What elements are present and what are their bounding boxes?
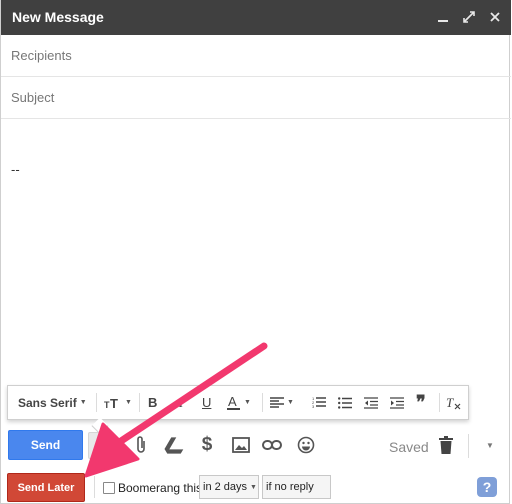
subject-field[interactable]: Subject bbox=[1, 77, 511, 119]
photo-icon[interactable] bbox=[229, 433, 253, 457]
signature-separator: -- bbox=[11, 162, 20, 177]
toolbar-divider bbox=[262, 393, 263, 412]
toolbar-divider bbox=[96, 393, 97, 412]
help-icon[interactable]: ? bbox=[477, 477, 497, 497]
boomerang-condition-select[interactable]: if no reply bbox=[262, 475, 331, 499]
trash-icon[interactable] bbox=[434, 433, 458, 457]
formatting-toolbar: Sans Serif ▼ TT ▼ B I U A ▼ ▼ 123 ❞ T bbox=[7, 385, 469, 435]
compose-title-bar[interactable]: New Message bbox=[1, 0, 511, 35]
text-color-icon[interactable]: A ▼ bbox=[227, 386, 251, 419]
chevron-down-icon: ▼ bbox=[244, 399, 251, 406]
chevron-down-icon: ▼ bbox=[79, 399, 87, 406]
send-button[interactable]: Send bbox=[8, 430, 83, 460]
bold-icon[interactable]: B bbox=[148, 386, 157, 419]
recipients-field[interactable]: Recipients bbox=[1, 35, 511, 77]
svg-text:A: A bbox=[228, 395, 237, 409]
send-button-label: Send bbox=[30, 438, 61, 452]
quote-icon[interactable]: ❞ bbox=[416, 386, 426, 419]
boomerang-checkbox-label[interactable]: Boomerang this bbox=[118, 481, 202, 495]
font-family-value: Sans Serif bbox=[18, 395, 77, 410]
indent-less-icon[interactable] bbox=[364, 386, 378, 419]
svg-text:3: 3 bbox=[312, 404, 315, 409]
help-label: ? bbox=[482, 479, 492, 495]
align-icon[interactable]: ▼ bbox=[270, 386, 294, 419]
svg-text:T: T bbox=[110, 396, 118, 410]
subject-placeholder: Subject bbox=[11, 90, 55, 105]
remove-formatting-icon[interactable]: T bbox=[446, 386, 462, 419]
indent-more-icon[interactable] bbox=[390, 386, 404, 419]
chevron-down-icon: ▼ bbox=[125, 399, 132, 406]
money-icon[interactable]: $ bbox=[195, 433, 219, 457]
saved-status: Saved bbox=[389, 439, 429, 455]
minimize-icon[interactable] bbox=[435, 9, 451, 25]
recipients-placeholder: Recipients bbox=[11, 48, 72, 63]
compose-title: New Message bbox=[12, 9, 104, 25]
chevron-down-icon: ▼ bbox=[287, 399, 294, 406]
numbered-list-icon[interactable]: 123 bbox=[312, 386, 326, 419]
italic-icon[interactable]: I bbox=[179, 386, 183, 419]
send-later-label: Send Later bbox=[17, 481, 75, 494]
chevron-down-icon: ▼ bbox=[250, 483, 257, 491]
toolbar-divider bbox=[94, 476, 95, 498]
boomerang-checkbox[interactable] bbox=[103, 482, 115, 494]
compose-window: New Message Recipients Subject -- Sans S… bbox=[0, 0, 511, 504]
message-body[interactable]: -- bbox=[1, 120, 511, 370]
boomerang-condition-value: if no reply bbox=[266, 481, 314, 493]
bulleted-list-icon[interactable] bbox=[338, 386, 352, 419]
close-icon[interactable] bbox=[487, 9, 503, 25]
text-size-icon[interactable]: TT ▼ bbox=[104, 386, 132, 419]
toolbar-divider bbox=[468, 434, 469, 458]
attach-icon[interactable] bbox=[129, 433, 153, 457]
link-icon[interactable] bbox=[260, 433, 284, 457]
drive-icon[interactable] bbox=[162, 433, 186, 457]
svg-text:T: T bbox=[446, 396, 454, 410]
font-family-select[interactable]: Sans Serif ▼ bbox=[18, 386, 87, 419]
boomerang-when-value: in 2 days bbox=[203, 481, 248, 493]
svg-text:A: A bbox=[95, 437, 105, 453]
emoji-icon[interactable] bbox=[294, 433, 318, 457]
toolbar-divider bbox=[439, 393, 440, 412]
send-later-button[interactable]: Send Later bbox=[7, 473, 85, 502]
boomerang-when-select[interactable]: in 2 days ▼ bbox=[199, 475, 259, 499]
formatting-icon[interactable]: A bbox=[88, 432, 114, 459]
expand-icon[interactable] bbox=[461, 9, 477, 25]
underline-icon[interactable]: U bbox=[202, 386, 211, 419]
more-options-icon[interactable]: ▼ bbox=[478, 433, 502, 457]
toolbar-divider bbox=[139, 393, 140, 412]
